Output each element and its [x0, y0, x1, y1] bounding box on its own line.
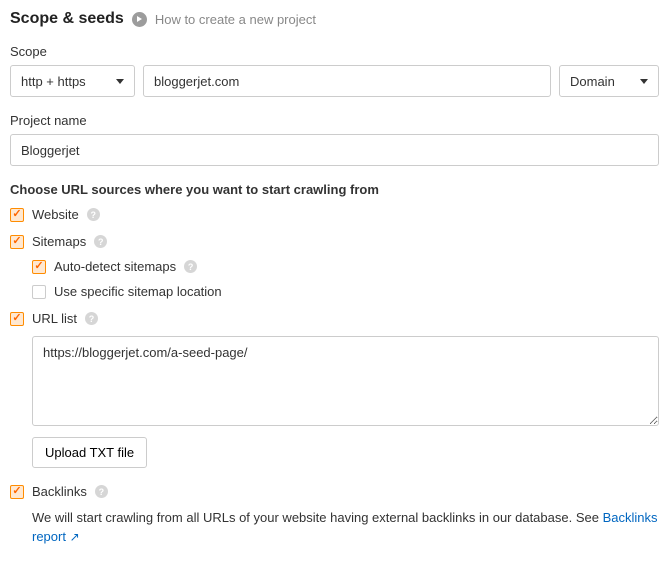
chevron-down-icon: [116, 79, 124, 84]
play-icon[interactable]: [132, 12, 147, 27]
sitemaps-checkbox[interactable]: [10, 235, 24, 249]
website-label: Website: [32, 207, 79, 222]
scope-domain-input[interactable]: [143, 65, 551, 97]
source-backlinks: Backlinks We will start crawling from al…: [10, 484, 659, 547]
website-checkbox[interactable]: [10, 208, 24, 222]
backlinks-description: We will start crawling from all URLs of …: [32, 509, 659, 547]
mode-select[interactable]: Domain: [559, 65, 659, 97]
backlinks-desc-text: We will start crawling from all URLs of …: [32, 510, 603, 525]
source-url-list: URL list Upload TXT file: [10, 311, 659, 468]
project-name-row: [10, 134, 659, 166]
external-link-icon: ↗: [70, 529, 80, 546]
source-sitemaps: Sitemaps Auto-detect sitemaps Use specif…: [10, 234, 659, 299]
sources-heading: Choose URL sources where you want to sta…: [10, 182, 659, 197]
source-website: Website: [10, 207, 659, 222]
mode-value: Domain: [570, 74, 615, 89]
auto-detect-label: Auto-detect sitemaps: [54, 259, 176, 274]
auto-detect-checkbox[interactable]: [32, 260, 46, 274]
section-title: Scope & seeds: [10, 10, 124, 28]
upload-txt-button[interactable]: Upload TXT file: [32, 437, 147, 468]
protocol-value: http + https: [21, 74, 86, 89]
chevron-down-icon: [640, 79, 648, 84]
help-icon[interactable]: [87, 208, 100, 221]
help-icon[interactable]: [184, 260, 197, 273]
backlinks-checkbox[interactable]: [10, 485, 24, 499]
help-icon[interactable]: [94, 235, 107, 248]
scope-row: http + https Domain: [10, 65, 659, 97]
help-how-to-link[interactable]: How to create a new project: [155, 12, 316, 27]
sitemaps-label: Sitemaps: [32, 234, 86, 249]
url-list-checkbox[interactable]: [10, 312, 24, 326]
protocol-select[interactable]: http + https: [10, 65, 135, 97]
url-list-label: URL list: [32, 311, 77, 326]
project-name-input[interactable]: [10, 134, 659, 166]
specific-sitemap-label: Use specific sitemap location: [54, 284, 222, 299]
help-icon[interactable]: [85, 312, 98, 325]
scope-label: Scope: [10, 44, 659, 59]
url-list-textarea[interactable]: [32, 336, 659, 426]
backlinks-label: Backlinks: [32, 484, 87, 499]
section-header: Scope & seeds How to create a new projec…: [10, 10, 659, 28]
specific-sitemap-checkbox[interactable]: [32, 285, 46, 299]
help-icon[interactable]: [95, 485, 108, 498]
project-name-label: Project name: [10, 113, 659, 128]
